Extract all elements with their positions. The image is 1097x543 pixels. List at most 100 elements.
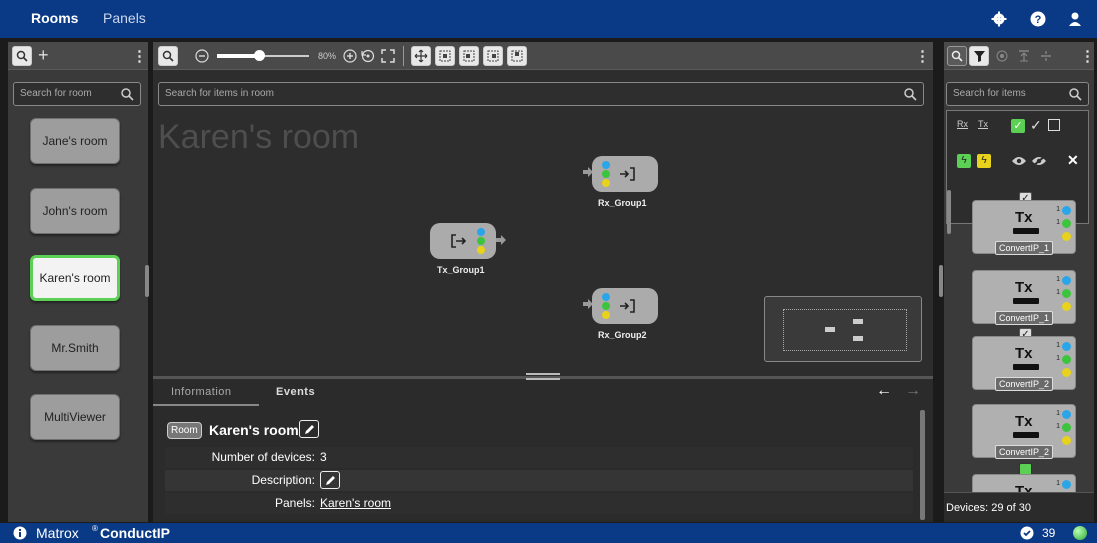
- zoom-slider-thumb[interactable]: [254, 50, 265, 61]
- align-button-1[interactable]: [459, 46, 479, 66]
- eye-icon[interactable]: [1011, 155, 1027, 167]
- zoom-in-icon[interactable]: [343, 49, 357, 63]
- minimap-viewport[interactable]: [783, 309, 907, 351]
- gear-icon[interactable]: [991, 11, 1007, 27]
- led-yellow: [1062, 368, 1071, 377]
- tab-rooms[interactable]: Rooms: [31, 10, 78, 26]
- room-button-janes-room[interactable]: Jane's room: [30, 118, 120, 164]
- user-icon[interactable]: [1067, 11, 1083, 27]
- rx-group2-node[interactable]: [592, 288, 658, 324]
- device-bar: [1013, 432, 1039, 438]
- canvas-search-input[interactable]: Search for items in room: [158, 82, 924, 106]
- tx-group1-label: Tx_Group1: [437, 265, 485, 275]
- room-button-mr-smith[interactable]: Mr.Smith: [30, 325, 120, 371]
- search-toggle-button[interactable]: [12, 46, 32, 66]
- edit-title-button[interactable]: [299, 420, 319, 438]
- room-button-karens-room[interactable]: Karen's room: [30, 255, 120, 301]
- help-icon[interactable]: ?: [1030, 11, 1046, 27]
- target-icon[interactable]: [996, 50, 1008, 62]
- verified-badge-icon[interactable]: [1020, 526, 1034, 540]
- clear-filter-icon[interactable]: ✕: [1067, 152, 1079, 169]
- port-number: 1: [1056, 355, 1060, 362]
- bolt-yellow-icon[interactable]: ϟ: [977, 154, 991, 168]
- eye-off-icon[interactable]: [1031, 155, 1047, 167]
- select-all-button[interactable]: [435, 46, 455, 66]
- filter-rx[interactable]: Rx: [957, 119, 968, 129]
- device-bar: [1013, 228, 1039, 234]
- device-name: ConvertIP_1: [995, 241, 1054, 255]
- search-icon: [951, 50, 963, 62]
- filter-unchecked-icon[interactable]: [1048, 119, 1060, 131]
- device-type: Tx: [1015, 209, 1033, 226]
- collapse-top-icon[interactable]: [1018, 50, 1030, 62]
- connection-status-icon[interactable]: [1073, 526, 1087, 540]
- led-blue: [1062, 410, 1071, 419]
- info-icon[interactable]: [13, 526, 27, 540]
- filter-checked-green-icon[interactable]: ✓: [1011, 119, 1025, 133]
- led-green: [477, 237, 485, 245]
- splitter-grip-line[interactable]: [526, 373, 560, 375]
- zoom-reset-icon[interactable]: [361, 49, 375, 63]
- devices-more-menu-icon[interactable]: ⋮: [1080, 47, 1095, 65]
- pan-mode-button[interactable]: [411, 46, 431, 66]
- led-blue: [477, 228, 485, 236]
- port-number: 1: [1056, 480, 1060, 487]
- led-green: [1062, 289, 1071, 298]
- rx-group1-node[interactable]: [592, 156, 658, 192]
- logout-icon: [451, 234, 467, 248]
- led-yellow: [602, 179, 610, 187]
- info-key: Number of devices:: [211, 450, 315, 464]
- split-icon[interactable]: [1040, 50, 1052, 62]
- tab-information[interactable]: Information: [171, 386, 232, 398]
- align-button-2[interactable]: [483, 46, 503, 66]
- info-key: Description:: [251, 473, 315, 487]
- device-card-convertip-1a[interactable]: Tx ConvertIP_1 1 1: [972, 200, 1076, 255]
- led-blue: [1062, 480, 1071, 489]
- bolt-green-icon[interactable]: ϟ: [957, 154, 971, 168]
- device-type: Tx: [1015, 483, 1033, 492]
- room-button-johns-room[interactable]: John's room: [30, 188, 120, 234]
- forward-arrow-icon[interactable]: →: [905, 382, 921, 400]
- device-card-convertip-2a[interactable]: Tx ConvertIP_2 1 1: [972, 336, 1076, 391]
- device-type: Tx: [1015, 279, 1033, 296]
- device-card-convertip-1b[interactable]: Tx ConvertIP_1 1 1: [972, 270, 1076, 325]
- add-room-icon[interactable]: +: [38, 45, 49, 66]
- room-button-multiviewer[interactable]: MultiViewer: [30, 394, 120, 440]
- minimap-node: [853, 319, 863, 324]
- back-arrow-icon[interactable]: ←: [876, 382, 892, 400]
- port-number: 1: [1056, 342, 1060, 349]
- led-blue: [1062, 206, 1071, 215]
- devices-toolbar: ⋮: [944, 42, 1095, 70]
- edit-description-button[interactable]: [320, 471, 340, 489]
- right-splitter-handle[interactable]: [939, 265, 943, 297]
- room-search-placeholder: Search for room: [20, 88, 92, 99]
- more-menu-icon[interactable]: ⋮: [132, 47, 147, 65]
- search-icon: [121, 88, 134, 101]
- device-card-partial[interactable]: Tx 1: [972, 474, 1076, 492]
- tx-group1-node[interactable]: [430, 223, 496, 259]
- canvas-more-menu-icon[interactable]: ⋮: [915, 47, 930, 65]
- port-number: 1: [1056, 289, 1060, 296]
- devices-scrollbar[interactable]: [947, 190, 951, 234]
- device-bar: [1013, 364, 1039, 370]
- device-card-convertip-2b[interactable]: Tx ConvertIP_2 1 1: [972, 404, 1076, 459]
- tab-panels[interactable]: Panels: [103, 10, 146, 26]
- tab-events[interactable]: Events: [276, 386, 315, 398]
- left-splitter-handle[interactable]: [145, 265, 149, 297]
- led-yellow: [1062, 302, 1071, 311]
- canvas-search-toggle-button[interactable]: [158, 46, 178, 66]
- minimap[interactable]: [764, 296, 922, 362]
- zoom-out-icon[interactable]: [195, 49, 209, 63]
- zoom-level: 80%: [318, 51, 337, 61]
- zoom-slider-fill: [217, 54, 257, 58]
- fit-to-screen-icon[interactable]: [381, 49, 395, 63]
- align-button-3[interactable]: [507, 46, 527, 66]
- filter-tx[interactable]: Tx: [978, 119, 988, 129]
- panels-link[interactable]: Karen's room: [320, 496, 391, 510]
- device-search-input[interactable]: Search for items: [946, 82, 1089, 106]
- filter-button[interactable]: [969, 46, 989, 66]
- device-search-toggle-button[interactable]: [947, 46, 967, 66]
- filter-check-icon[interactable]: ✓: [1030, 117, 1042, 134]
- info-scrollbar[interactable]: [920, 410, 925, 520]
- room-search-input[interactable]: Search for room: [13, 82, 141, 106]
